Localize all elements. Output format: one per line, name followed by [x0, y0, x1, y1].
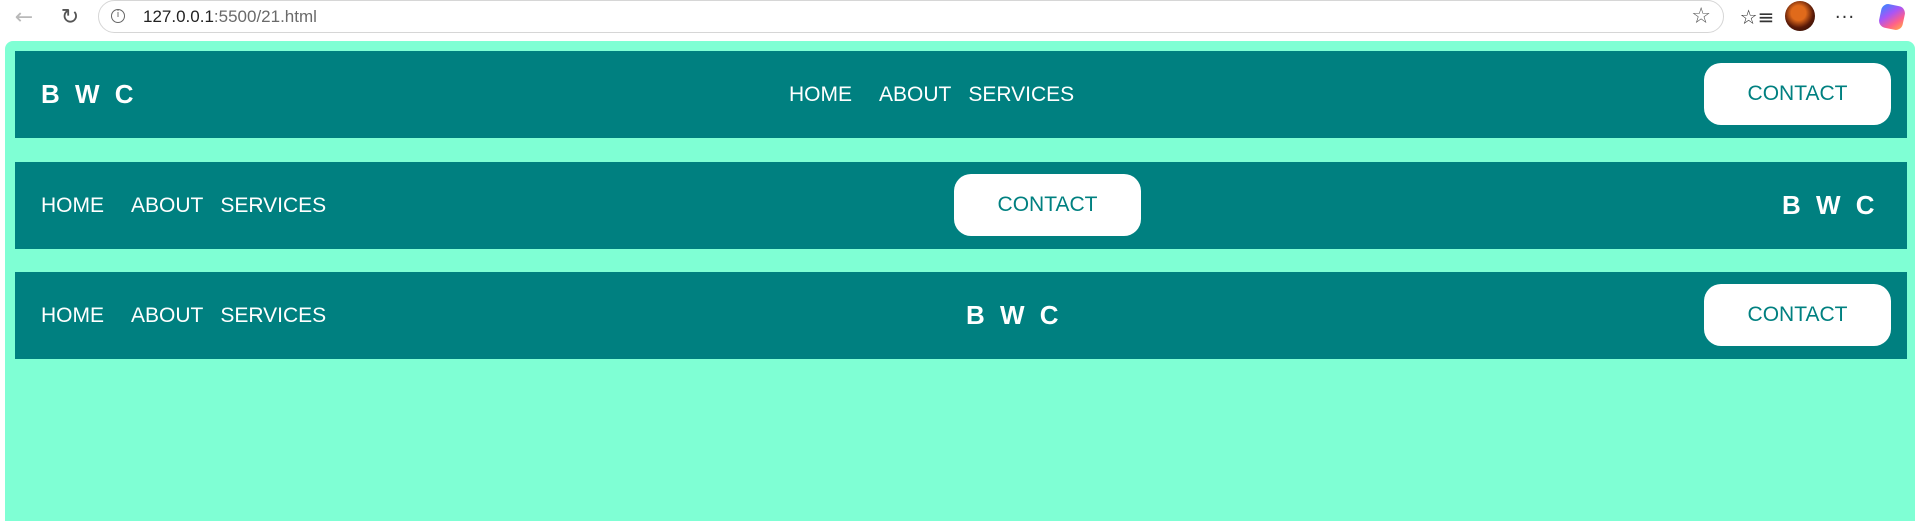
nav-link-home[interactable]: HOME — [41, 304, 104, 328]
nav-link-services[interactable]: SERVICES — [220, 194, 326, 218]
url-text: 127.0.0.1:5500/21.html — [143, 7, 317, 27]
nav-link-services[interactable]: SERVICES — [968, 83, 1074, 107]
navbar-2: HOME ABOUT SERVICES CONTACT B W C — [15, 162, 1907, 249]
nav-links: HOME ABOUT SERVICES — [41, 272, 343, 359]
navbar-1: B W C HOME ABOUT SERVICES CONTACT — [15, 51, 1907, 138]
nav-links: HOME ABOUT SERVICES — [41, 162, 343, 249]
reload-icon[interactable]: ↻ — [54, 3, 86, 31]
nav-link-services[interactable]: SERVICES — [220, 304, 326, 328]
star-icon[interactable]: ☆ — [1691, 4, 1711, 29]
favorites-list-icon[interactable]: ☆≡ — [1740, 2, 1775, 32]
page-viewport: B W C HOME ABOUT SERVICES CONTACT HOME A… — [5, 41, 1915, 521]
logo: B W C — [41, 79, 135, 109]
nav-link-about[interactable]: ABOUT — [131, 194, 203, 218]
copilot-icon[interactable] — [1877, 2, 1907, 32]
profile-avatar[interactable] — [1785, 1, 1815, 31]
back-arrow-icon[interactable]: ← — [8, 3, 40, 31]
more-icon[interactable]: ··· — [1830, 2, 1860, 32]
nav-link-home[interactable]: HOME — [789, 83, 852, 107]
nav-link-home[interactable]: HOME — [41, 194, 104, 218]
contact-button[interactable]: CONTACT — [1704, 63, 1891, 125]
url-path: :5500/21.html — [213, 7, 317, 26]
nav-link-about[interactable]: ABOUT — [879, 83, 951, 107]
contact-button[interactable]: CONTACT — [954, 174, 1141, 236]
logo: B W C — [966, 300, 1060, 330]
contact-button[interactable]: CONTACT — [1704, 284, 1891, 346]
info-icon[interactable]: i — [111, 9, 125, 23]
nav-links: HOME ABOUT SERVICES — [789, 51, 1091, 138]
nav-link-about[interactable]: ABOUT — [131, 304, 203, 328]
url-host: 127.0.0.1 — [143, 7, 214, 26]
address-bar[interactable]: i 127.0.0.1:5500/21.html ☆ — [98, 0, 1724, 33]
navbar-3: HOME ABOUT SERVICES B W C CONTACT — [15, 272, 1907, 359]
logo: B W C — [1782, 190, 1876, 220]
browser-toolbar: ← ↻ i 127.0.0.1:5500/21.html ☆ ☆≡ ··· — [0, 0, 1919, 38]
